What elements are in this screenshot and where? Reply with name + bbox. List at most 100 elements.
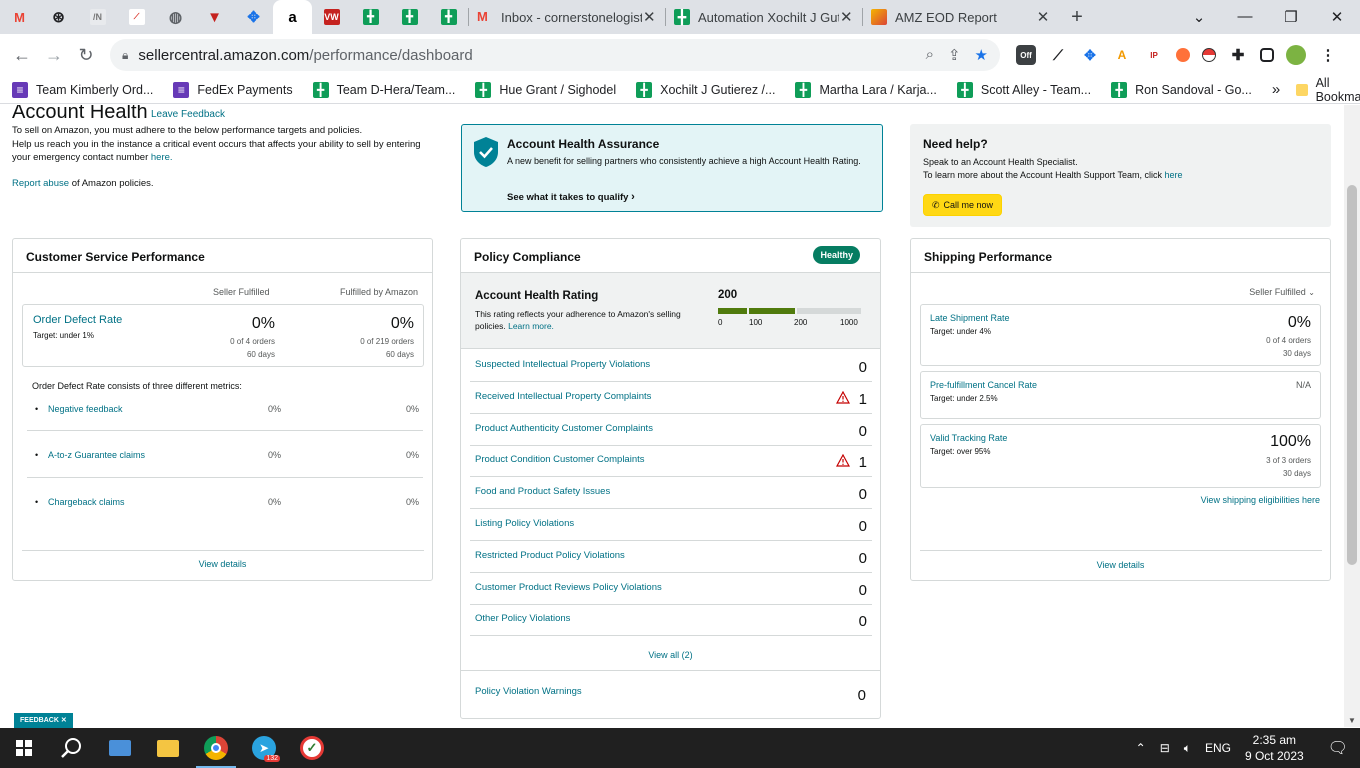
negative-feedback-link[interactable]: Negative feedback bbox=[48, 404, 123, 414]
view-all-link[interactable]: View all (2) bbox=[461, 650, 880, 660]
order-defect-rate-link[interactable]: Order Defect Rate bbox=[33, 314, 122, 326]
feedback-tab[interactable]: FEEDBACK ✕ bbox=[14, 713, 73, 728]
scroll-down-arrow[interactable]: ▼ bbox=[1348, 716, 1356, 725]
reload-button[interactable]: ↻ bbox=[70, 45, 102, 66]
minimize-button[interactable]: — bbox=[1222, 8, 1268, 26]
policy-violation-warnings-link[interactable]: Policy Violation Warnings bbox=[475, 686, 582, 697]
leave-feedback-link[interactable]: Leave Feedback bbox=[151, 109, 225, 120]
tab-sheets-1[interactable]: ╋ bbox=[351, 0, 390, 34]
bookmark-item[interactable]: ╋ Scott Alley - Team... bbox=[956, 81, 1091, 98]
policy-row-link[interactable]: Customer Product Reviews Policy Violatio… bbox=[475, 582, 662, 593]
volume-icon[interactable]: 🔈︎ bbox=[1184, 741, 1191, 756]
learn-more-link[interactable]: Learn more. bbox=[508, 321, 554, 331]
bookmark-item[interactable]: ╋ Hue Grant / Sighodel bbox=[475, 81, 616, 98]
shipping-eligibilities-link[interactable]: View shipping eligibilities here bbox=[1201, 495, 1320, 505]
boost-extension-icon[interactable]: A bbox=[1112, 45, 1132, 65]
close-icon[interactable]: ✕ bbox=[1035, 8, 1051, 26]
policy-row-link[interactable]: Food and Product Safety Issues bbox=[475, 486, 610, 497]
tab-amz-eod[interactable]: AMZ EOD Report ✕ bbox=[863, 0, 1059, 34]
late-shipment-rate-link[interactable]: Late Shipment Rate bbox=[930, 313, 1010, 323]
tab-openai[interactable]: ⊛ bbox=[39, 0, 78, 34]
policy-row-link[interactable]: Received Intellectual Property Complaint… bbox=[475, 391, 651, 402]
tab-gmail[interactable]: M bbox=[0, 0, 39, 34]
page-scrollbar[interactable]: ▼ bbox=[1344, 105, 1360, 727]
side-panel-icon[interactable] bbox=[1260, 48, 1274, 62]
notifications-icon[interactable]: 🗨︎ bbox=[1328, 738, 1348, 758]
tab-site-2[interactable]: ⟋ bbox=[117, 0, 156, 34]
cs-view-details-link[interactable]: View details bbox=[13, 559, 432, 569]
tab-amazon-active[interactable]: a bbox=[273, 0, 312, 34]
avatar[interactable] bbox=[1286, 45, 1306, 65]
a-to-z-claims-link[interactable]: A-to-z Guarantee claims bbox=[48, 450, 145, 460]
search-button[interactable] bbox=[48, 728, 96, 768]
tab-site-1[interactable]: /N bbox=[78, 0, 117, 34]
emergency-contact-link[interactable]: here. bbox=[151, 152, 173, 163]
extension-off-icon[interactable]: Off bbox=[1016, 45, 1036, 65]
close-icon[interactable]: ✕ bbox=[642, 8, 657, 26]
language-indicator[interactable]: ENG bbox=[1205, 741, 1231, 755]
scrollbar-thumb[interactable] bbox=[1347, 185, 1357, 565]
close-window-button[interactable]: ✕ bbox=[1314, 8, 1360, 26]
taskbar-app-computer[interactable] bbox=[96, 728, 144, 768]
taskbar-app-tasks[interactable]: ✓ bbox=[288, 728, 336, 768]
taskbar-app-telegram[interactable]: ➤ 132 bbox=[240, 728, 288, 768]
bookmark-item[interactable]: ╋ Xochilt J Gutierez /... bbox=[636, 81, 775, 98]
network-icon[interactable]: ⊟ bbox=[1160, 741, 1170, 755]
bookmark-item[interactable]: ≡ FedEx Payments bbox=[173, 81, 293, 98]
bookmark-item[interactable]: ≡ Team Kimberly Ord... bbox=[12, 81, 153, 98]
tab-sheets-3[interactable]: ╋ bbox=[429, 0, 468, 34]
policy-row-link[interactable]: Restricted Product Policy Violations bbox=[475, 550, 625, 561]
address-bar-row: ← → ↻ 🔒︎ sellercentral.amazon.com/perfor… bbox=[0, 34, 1360, 76]
restore-button[interactable]: ❐ bbox=[1268, 8, 1314, 26]
bookmark-star-icon[interactable]: ★ bbox=[975, 46, 988, 64]
report-abuse-link[interactable]: Report abuse bbox=[12, 178, 69, 189]
pokeball-extension-icon[interactable] bbox=[1202, 48, 1216, 62]
help-here-link[interactable]: here bbox=[1164, 170, 1182, 180]
qualify-link[interactable]: See what it takes to qualify › bbox=[507, 191, 635, 203]
chevron-up-icon[interactable]: ⌃ bbox=[1136, 741, 1146, 755]
bookmark-item[interactable]: ╋ Ron Sandoval - Go... bbox=[1111, 81, 1252, 98]
all-bookmarks-link[interactable]: All Bookmarks bbox=[1316, 76, 1360, 104]
taskbar-app-explorer[interactable] bbox=[144, 728, 192, 768]
tab-automation[interactable]: ╋ Automation Xochilt J Guti ✕ bbox=[666, 0, 862, 34]
new-tab-button[interactable]: + bbox=[1059, 6, 1095, 29]
more-bookmarks-button[interactable]: » bbox=[1272, 81, 1280, 98]
zoom-icon[interactable]: ⌕ bbox=[926, 46, 934, 64]
call-me-now-button[interactable]: ✆ Call me now bbox=[923, 194, 1002, 216]
share-icon[interactable]: ⇪ bbox=[948, 46, 961, 64]
lock-icon[interactable]: 🔒︎ bbox=[122, 48, 128, 63]
close-icon[interactable]: ✕ bbox=[839, 8, 854, 26]
cancel-rate-link[interactable]: Pre-fulfillment Cancel Rate bbox=[930, 380, 1037, 390]
alert-extension-icon[interactable]: IP bbox=[1144, 45, 1164, 65]
bookmark-item[interactable]: ╋ Martha Lara / Karja... bbox=[795, 81, 937, 98]
taskbar-app-chrome[interactable] bbox=[192, 728, 240, 768]
puzzle-icon[interactable]: ✚ bbox=[1228, 45, 1248, 65]
policy-row-link[interactable]: Other Policy Violations bbox=[475, 613, 570, 624]
seller-fulfilled-dropdown[interactable]: Seller Fulfilled ⌄ bbox=[1249, 287, 1315, 297]
tab-search-icon[interactable]: ⌄ bbox=[1176, 8, 1222, 26]
menu-icon[interactable]: ⋮ bbox=[1318, 45, 1338, 65]
chargeback-claims-link[interactable]: Chargeback claims bbox=[48, 497, 125, 507]
policy-row-link[interactable]: Suspected Intellectual Property Violatio… bbox=[475, 359, 650, 370]
tab-vw[interactable]: VW bbox=[312, 0, 351, 34]
policy-row-link[interactable]: Product Condition Customer Complaints bbox=[475, 454, 645, 465]
firefox-extension-icon[interactable] bbox=[1176, 48, 1190, 62]
tab-fedex[interactable]: ▼ bbox=[195, 0, 234, 34]
back-button[interactable]: ← bbox=[6, 45, 38, 66]
tab-inbox[interactable]: M Inbox - cornerstonelogisti ✕ bbox=[469, 0, 665, 34]
tab-tool[interactable]: ✥ bbox=[234, 0, 273, 34]
policy-row-link[interactable]: Product Authenticity Customer Complaints bbox=[475, 423, 653, 434]
policy-row-link[interactable]: Listing Policy Violations bbox=[475, 518, 574, 529]
start-button[interactable] bbox=[0, 728, 48, 768]
url-bar[interactable]: 🔒︎ sellercentral.amazon.com/performance/… bbox=[110, 39, 1000, 71]
extension-icon[interactable]: ✥ bbox=[1080, 45, 1100, 65]
tab-globe[interactable]: ◍ bbox=[156, 0, 195, 34]
bookmark-item[interactable]: ╋ Team D-Hera/Team... bbox=[312, 81, 455, 98]
tab-sheets-2[interactable]: ╋ bbox=[390, 0, 429, 34]
close-icon[interactable]: ✕ bbox=[61, 717, 67, 724]
shipping-view-details-link[interactable]: View details bbox=[911, 560, 1330, 570]
clock[interactable]: 2:35 am 9 Oct 2023 bbox=[1245, 732, 1304, 764]
forward-button[interactable]: → bbox=[38, 45, 70, 66]
valid-tracking-rate-link[interactable]: Valid Tracking Rate bbox=[930, 433, 1007, 443]
cursor-extension-icon[interactable]: ⟋ bbox=[1048, 45, 1068, 65]
